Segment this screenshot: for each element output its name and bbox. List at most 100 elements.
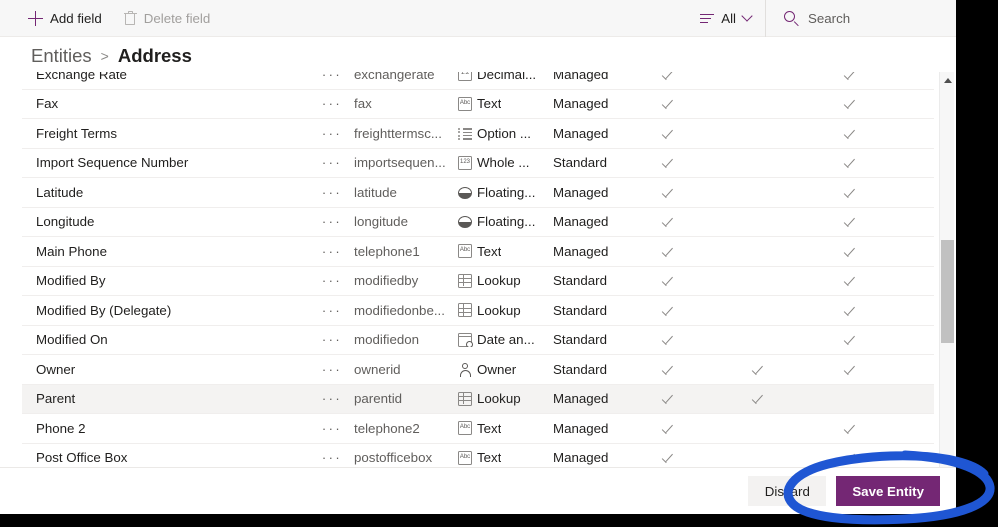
field-schema-name: modifiedonbe... bbox=[354, 302, 445, 318]
row-overflow-menu-icon[interactable]: ··· bbox=[310, 244, 354, 259]
field-data-type: 1.2 Decimal... bbox=[458, 72, 553, 82]
table-row[interactable]: Main Phone ··· telephone1 Abc Text Managed bbox=[22, 237, 934, 267]
breadcrumb-entities-link[interactable]: Entities bbox=[31, 45, 92, 67]
row-overflow-menu-icon[interactable]: ··· bbox=[310, 450, 354, 465]
fields-grid-rows: Exchange Rate ··· exchangerate 1.2 Decimal..… bbox=[22, 72, 934, 467]
field-searchable-check-cell bbox=[820, 333, 920, 347]
row-overflow-menu-icon[interactable]: ··· bbox=[310, 155, 354, 170]
lookup-icon bbox=[458, 303, 472, 318]
scrollbar-thumb[interactable] bbox=[941, 240, 954, 343]
row-overflow-menu-icon[interactable]: ··· bbox=[310, 391, 354, 406]
field-schema-name: freighttermsc... bbox=[354, 125, 442, 141]
field-managed-type: Managed bbox=[553, 72, 609, 82]
table-row[interactable]: Exchange Rate ··· exchangerate 1.2 Decimal..… bbox=[22, 72, 934, 90]
field-searchable-check-icon bbox=[843, 97, 857, 111]
field-searchable-check-icon bbox=[843, 126, 857, 140]
row-overflow-menu-icon[interactable]: ··· bbox=[310, 332, 354, 347]
search-icon bbox=[784, 10, 799, 26]
field-managed-type: Managed bbox=[553, 214, 609, 230]
field-searchable-check-icon bbox=[843, 215, 857, 229]
grid-vertical-scrollbar[interactable] bbox=[939, 72, 954, 467]
row-overflow-menu-icon[interactable]: ··· bbox=[310, 362, 354, 377]
field-display-name: Fax bbox=[36, 96, 59, 112]
scroll-up-arrow-icon[interactable] bbox=[940, 72, 955, 88]
field-required-check-cell bbox=[731, 362, 820, 376]
field-searchable-check-cell bbox=[820, 244, 920, 258]
field-customizable-check-cell bbox=[639, 303, 731, 317]
row-overflow-menu-icon[interactable]: ··· bbox=[310, 72, 354, 82]
field-searchable-check-cell bbox=[820, 421, 920, 435]
field-searchable-check-icon bbox=[843, 156, 857, 170]
table-row[interactable]: Modified On ··· modifiedon Date an... Standa… bbox=[22, 325, 934, 355]
screenshot-root: Add field Delete field All Search Entiti… bbox=[0, 0, 998, 527]
field-customizable-check-cell bbox=[639, 244, 731, 258]
delete-field-button[interactable]: Delete field bbox=[114, 0, 221, 36]
whole-number-icon: 123 bbox=[458, 155, 472, 170]
row-overflow-menu-icon[interactable]: ··· bbox=[310, 96, 354, 111]
field-customizable-check-cell bbox=[639, 451, 731, 465]
search-input[interactable]: Search bbox=[766, 0, 956, 37]
field-data-type-label: Decimal... bbox=[477, 72, 537, 82]
field-managed-type: Standard bbox=[553, 332, 607, 348]
table-row[interactable]: Phone 2 ··· telephone2 Abc Text Managed bbox=[22, 414, 934, 444]
scroll-down-arrow-icon[interactable] bbox=[940, 451, 955, 467]
row-overflow-menu-icon[interactable]: ··· bbox=[310, 185, 354, 200]
field-data-type-label: Lookup bbox=[477, 273, 521, 289]
table-row[interactable]: Parent ··· parentid Lookup Managed bbox=[22, 384, 934, 414]
row-overflow-menu-icon[interactable]: ··· bbox=[310, 273, 354, 288]
filter-icon bbox=[700, 13, 715, 24]
row-overflow-menu-icon[interactable]: ··· bbox=[310, 421, 354, 436]
row-overflow-menu-icon[interactable]: ··· bbox=[310, 303, 354, 318]
field-data-type: Abc Text bbox=[458, 421, 553, 436]
trash-icon bbox=[123, 11, 137, 25]
table-row[interactable]: Modified By ··· modifiedby Lookup Standard bbox=[22, 266, 934, 296]
field-data-type-label: Whole ... bbox=[477, 155, 530, 171]
text-icon: Abc bbox=[458, 244, 472, 259]
field-data-type: Date an... bbox=[458, 332, 553, 348]
table-row[interactable]: Fax ··· fax Abc Text Managed bbox=[22, 89, 934, 119]
table-row[interactable]: Import Sequence Number ··· importsequen...… bbox=[22, 148, 934, 178]
field-display-name: Phone 2 bbox=[36, 420, 86, 436]
field-managed-type: Managed bbox=[553, 125, 609, 141]
field-data-type-label: Date an... bbox=[477, 332, 535, 348]
text-icon: Abc bbox=[458, 96, 472, 111]
field-searchable-check-icon bbox=[843, 72, 857, 81]
command-bar-left-group: Add field Delete field bbox=[0, 0, 220, 36]
table-row[interactable]: Modified By (Delegate) ··· modifiedonbe...… bbox=[22, 296, 934, 326]
field-customizable-check-icon bbox=[661, 72, 675, 81]
field-data-type: Owner bbox=[458, 362, 553, 377]
table-row[interactable]: Post Office Box ··· postofficebox Abc Text Ma… bbox=[22, 443, 934, 467]
add-field-button[interactable]: Add field bbox=[18, 0, 112, 36]
field-searchable-check-icon bbox=[843, 185, 857, 199]
table-row[interactable]: Latitude ··· latitude Floating... Managed bbox=[22, 178, 934, 208]
table-row[interactable]: Longitude ··· longitude Floating... Managed bbox=[22, 207, 934, 237]
table-row[interactable]: Freight Terms ··· freighttermsc... Option .… bbox=[22, 119, 934, 149]
field-searchable-check-cell bbox=[820, 185, 920, 199]
row-overflow-menu-icon[interactable]: ··· bbox=[310, 214, 354, 229]
field-customizable-check-cell bbox=[639, 274, 731, 288]
discard-button[interactable]: Discard bbox=[748, 476, 827, 506]
field-data-type-label: Floating... bbox=[477, 214, 536, 230]
fields-grid: Exchange Rate ··· exchangerate 1.2 Decimal..… bbox=[22, 72, 956, 467]
field-customizable-check-cell bbox=[639, 156, 731, 170]
field-customizable-check-icon bbox=[661, 362, 675, 376]
field-data-type-label: Text bbox=[477, 450, 502, 466]
field-customizable-check-cell bbox=[639, 362, 731, 376]
field-schema-name: telephone1 bbox=[354, 243, 420, 259]
filter-all-dropdown[interactable]: All bbox=[684, 0, 766, 37]
field-display-name: Exchange Rate bbox=[36, 72, 127, 82]
field-customizable-check-cell bbox=[639, 421, 731, 435]
field-schema-name: ownerid bbox=[354, 361, 401, 377]
field-display-name: Import Sequence Number bbox=[36, 155, 189, 171]
command-bar-right-group: All Search bbox=[684, 0, 956, 37]
page-title: Address bbox=[117, 45, 192, 66]
field-searchable-check-icon bbox=[843, 451, 857, 465]
row-overflow-menu-icon[interactable]: ··· bbox=[310, 126, 354, 141]
field-searchable-check-cell bbox=[820, 126, 920, 140]
decimal-icon: 1.2 bbox=[458, 72, 472, 82]
field-schema-name: telephone2 bbox=[354, 420, 420, 436]
table-row[interactable]: Owner ··· ownerid Owner Standard bbox=[22, 355, 934, 385]
save-entity-button[interactable]: Save Entity bbox=[836, 476, 940, 506]
field-data-type-label: Option ... bbox=[477, 125, 531, 141]
field-data-type-label: Lookup bbox=[477, 302, 521, 318]
